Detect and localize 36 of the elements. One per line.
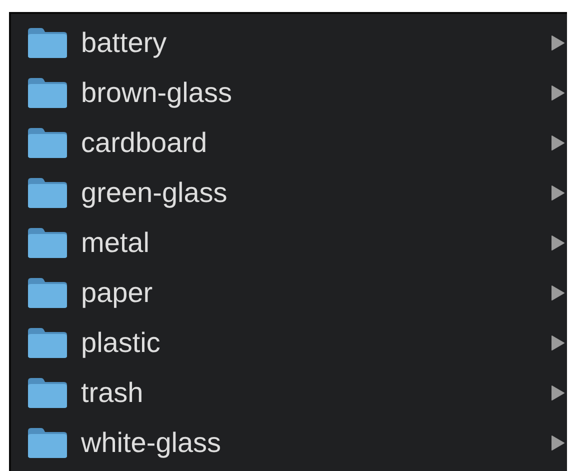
folder-icon	[26, 77, 68, 109]
disclosure-arrow-icon	[551, 335, 565, 351]
disclosure-arrow-icon	[551, 285, 565, 301]
folder-row[interactable]: plastic	[11, 318, 567, 368]
folder-icon	[26, 227, 68, 259]
folder-name: metal	[81, 229, 150, 257]
disclosure-arrow-icon	[551, 235, 565, 251]
disclosure-arrow-icon	[551, 435, 565, 451]
folder-icon	[26, 127, 68, 159]
folder-row[interactable]: paper	[11, 268, 567, 318]
folder-row[interactable]: trash	[11, 368, 567, 418]
disclosure-arrow-icon	[551, 185, 565, 201]
folder-row[interactable]: green-glass	[11, 168, 567, 218]
folder-icon	[26, 177, 68, 209]
folder-name: green-glass	[81, 179, 228, 207]
folder-name: plastic	[81, 329, 162, 357]
folder-name: trash	[81, 379, 144, 407]
folder-name: battery	[81, 29, 168, 57]
folder-icon	[26, 277, 68, 309]
disclosure-arrow-icon	[551, 135, 565, 151]
folder-icon	[26, 327, 68, 359]
disclosure-arrow-icon	[551, 385, 565, 401]
folder-name: cardboard	[81, 129, 208, 157]
disclosure-arrow-icon	[551, 35, 565, 51]
folder-row[interactable]: brown-glass	[11, 68, 567, 118]
folder-row[interactable]: metal	[11, 218, 567, 268]
disclosure-arrow-icon	[551, 85, 565, 101]
folder-icon	[26, 377, 68, 409]
folder-icon	[26, 27, 68, 59]
folder-row[interactable]: cardboard	[11, 118, 567, 168]
folder-name: paper	[81, 279, 154, 307]
folder-name: white-glass	[81, 429, 222, 457]
folder-row[interactable]: battery	[11, 18, 567, 68]
folder-row[interactable]: white-glass	[11, 418, 567, 468]
folder-name: brown-glass	[81, 79, 233, 107]
folder-icon	[26, 427, 68, 459]
